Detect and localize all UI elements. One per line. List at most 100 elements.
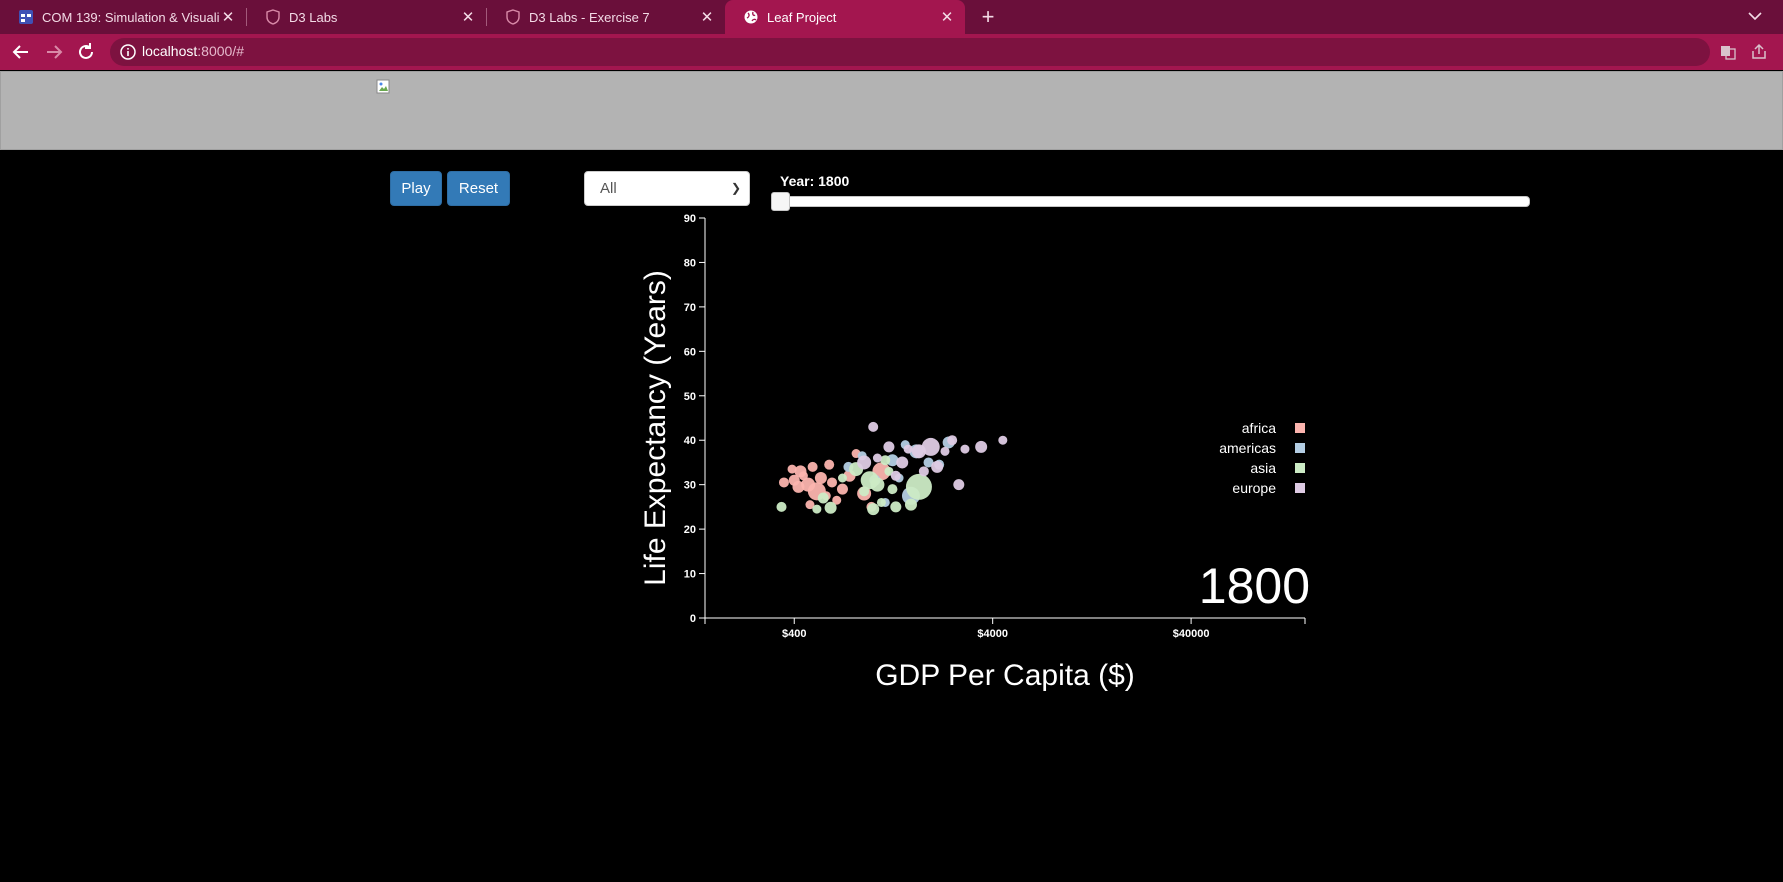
y-tick-label: 10: [684, 569, 696, 581]
new-tab-icon[interactable]: +: [976, 5, 1000, 29]
data-point-europe[interactable]: [903, 444, 913, 454]
data-point-europe[interactable]: [872, 453, 882, 463]
data-point-asia[interactable]: [867, 503, 880, 516]
data-point-europe[interactable]: [918, 466, 929, 477]
y-tick-label: 60: [684, 346, 696, 358]
year-slider-track[interactable]: [771, 196, 1530, 207]
data-point-africa[interactable]: [778, 477, 789, 488]
url-text[interactable]: localhost:8000/#: [142, 43, 244, 59]
forward-arrow-icon[interactable]: [43, 41, 65, 63]
data-point-asia[interactable]: [904, 498, 917, 511]
y-tick-label: 70: [684, 302, 696, 314]
broken-image-icon: [376, 79, 390, 94]
browser-tab-active[interactable]: Leaf Project ✕: [725, 0, 965, 34]
data-point-europe[interactable]: [953, 479, 965, 491]
data-point-europe[interactable]: [883, 441, 895, 453]
chevron-down-icon[interactable]: [1745, 6, 1765, 26]
x-tick-label: $40000: [1173, 628, 1210, 640]
data-point-asia[interactable]: [824, 501, 837, 514]
y-tick-label: 80: [684, 257, 696, 269]
y-tick-label: 50: [684, 391, 696, 403]
data-point-europe[interactable]: [890, 470, 901, 481]
data-point-europe[interactable]: [857, 455, 872, 470]
data-point-africa[interactable]: [807, 461, 818, 472]
y-tick-label: 0: [690, 613, 696, 625]
share-icon[interactable]: [1749, 42, 1769, 62]
data-point-europe[interactable]: [940, 446, 950, 456]
data-point-europe[interactable]: [960, 444, 970, 454]
tab-title: D3 Labs - Exercise 7: [529, 9, 650, 25]
browser-toolbar: [0, 34, 1783, 70]
x-axis: $400 $4000 $40000: [704, 617, 1306, 640]
close-tab-icon[interactable]: ✕: [220, 8, 236, 26]
legend-swatch: [1295, 423, 1305, 433]
browser-tab-strip: COM 139: Simulation & Visualiza ✕ D3 Lab…: [0, 0, 1783, 34]
data-point-europe[interactable]: [921, 437, 940, 456]
x-tick-label: $400: [782, 628, 806, 640]
legend-label: europe: [1232, 480, 1276, 496]
reload-icon[interactable]: [75, 41, 97, 63]
address-omnibox[interactable]: [110, 38, 1710, 66]
data-point-asia[interactable]: [880, 455, 891, 466]
data-point-europe[interactable]: [868, 421, 879, 432]
continent-select[interactable]: All ❯: [584, 171, 750, 206]
calendar-favicon-icon: [19, 10, 33, 24]
data-point-asia[interactable]: [870, 477, 885, 492]
y-tick-label: 40: [684, 435, 696, 447]
y-axis: 0 10 20 30 40 50 60 70 80 90: [684, 213, 706, 625]
data-point-europe[interactable]: [975, 440, 988, 453]
close-tab-icon[interactable]: ✕: [939, 8, 955, 26]
continent-select-value: All: [600, 180, 617, 197]
close-tab-icon[interactable]: ✕: [460, 8, 476, 26]
data-point-asia[interactable]: [905, 473, 932, 500]
data-point-asia[interactable]: [817, 492, 829, 504]
legend-swatch: [1295, 443, 1305, 453]
info-icon[interactable]: [118, 42, 138, 62]
data-point-asia[interactable]: [887, 484, 898, 495]
url-path: :8000/#: [197, 43, 244, 59]
tab-title: COM 139: Simulation & Visualiza: [42, 9, 220, 25]
legend: africa americas asia europe: [1219, 420, 1305, 496]
x-axis-title: GDP Per Capita ($): [875, 659, 1135, 692]
year-watermark: 1800: [1199, 558, 1310, 614]
y-tick-label: 20: [684, 524, 696, 536]
data-point-asia[interactable]: [812, 504, 822, 514]
data-point-africa[interactable]: [827, 477, 838, 488]
data-point-europe[interactable]: [947, 435, 958, 446]
legend-label: africa: [1242, 420, 1276, 436]
translate-icon[interactable]: [1718, 42, 1738, 62]
reset-button[interactable]: Reset: [447, 171, 510, 206]
data-points: [776, 421, 1008, 516]
tab-title: Leaf Project: [767, 9, 837, 25]
globe-favicon-icon: [744, 10, 758, 24]
y-tick-label: 30: [684, 480, 696, 492]
shield-favicon-icon: [266, 9, 280, 25]
data-point-africa[interactable]: [824, 459, 835, 470]
close-tab-icon[interactable]: ✕: [699, 8, 715, 26]
browser-tab[interactable]: D3 Labs - Exercise 7 ✕: [487, 0, 725, 34]
data-point-europe[interactable]: [931, 460, 944, 473]
page-header: [0, 71, 1783, 150]
gapminder-scatter-chart: 0 10 20 30 40 50 60 70 80 90 $400 $4000 $40000 afri…: [639, 213, 1310, 692]
legend-label: asia: [1250, 460, 1276, 476]
legend-swatch: [1295, 483, 1305, 493]
play-button[interactable]: Play: [390, 171, 442, 206]
url-host: localhost: [142, 43, 198, 59]
y-tick-label: 90: [684, 213, 696, 225]
browser-tab[interactable]: D3 Labs ✕: [247, 0, 486, 34]
data-point-europe[interactable]: [998, 435, 1008, 445]
data-point-africa[interactable]: [836, 483, 848, 495]
data-point-africa[interactable]: [814, 472, 827, 484]
browser-tab[interactable]: COM 139: Simulation & Visualiza ✕: [0, 0, 246, 34]
data-point-europe[interactable]: [896, 456, 909, 469]
data-point-asia[interactable]: [876, 497, 886, 507]
data-point-africa[interactable]: [794, 465, 807, 478]
data-point-asia[interactable]: [890, 501, 902, 513]
back-arrow-icon[interactable]: [10, 41, 32, 63]
chevron-down-icon: ❯: [730, 181, 741, 195]
year-label: Year: 1800: [780, 173, 850, 189]
x-tick-label: $4000: [977, 628, 1008, 640]
data-point-asia[interactable]: [837, 473, 847, 483]
legend-label: americas: [1219, 440, 1276, 456]
data-point-asia[interactable]: [776, 501, 787, 512]
